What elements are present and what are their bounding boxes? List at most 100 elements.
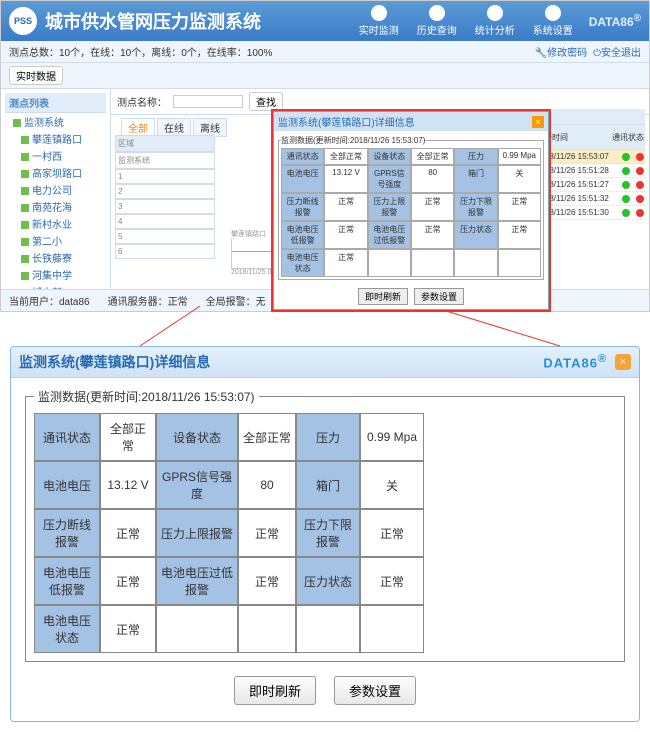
grid-cell: 压力 [454,148,497,165]
detail-dialog-large: 监测系统(攀莲镇路口)详细信息 DATA86® × 监测数据(更新时间:2018… [10,346,640,722]
detail-dialog-small: 监测系统(攀莲镇路口)详细信息 × 监测数据(更新时间:2018/11/26 1… [273,111,549,310]
refresh-button[interactable]: 即时刷新 [234,676,316,705]
grid-cell: 13.12 V [324,165,367,193]
grid-cell: 压力断线报警 [281,193,324,221]
large-brand: DATA86® [543,353,607,370]
tree-root[interactable]: 监测系统 [13,113,106,130]
grid-cell: 电池电压状态 [34,605,100,653]
node-label: 测点名称： [117,94,167,109]
alert-icon [636,181,644,189]
callout-highlight: 监测系统(攀莲镇路口)详细信息 × 监测数据(更新时间:2018/11/26 1… [271,109,551,312]
menu-label: 统计分析 [475,22,515,37]
menu-label: 实时监测 [359,22,399,37]
tree-panel: 测点列表 监测系统 攀莲镇路口一村西高家坝路口电力公司南苑花海新村水业第二小长铁… [1,89,111,289]
grid-cell: 压力上限报警 [368,193,411,221]
large-dialog-body: 监测数据(更新时间:2018/11/26 15:53:07) 通讯状态全部正常设… [11,378,639,721]
grid-cell: 压力断线报警 [34,509,100,557]
tree-item[interactable]: 第二小 [21,232,106,249]
params-button[interactable]: 参数设置 [414,288,464,305]
tree-item[interactable]: 长铁藤寮 [21,249,106,266]
grid-cell: 正常 [100,605,156,653]
chart-icon [487,5,503,21]
node-input[interactable] [173,95,243,108]
callout-lines [0,312,650,342]
tree-item[interactable]: 高家坝路口 [21,164,106,181]
grid-cell: 正常 [360,557,424,605]
grid-cell: 13.12 V [100,461,156,509]
small-dialog-buttons: 即时刷新 参数设置 [274,284,548,309]
tree-item[interactable]: 攀莲镇路口 [21,130,106,147]
tree-item[interactable]: 新村水业 [21,215,106,232]
brand-text: DATA86® [589,13,641,29]
tree-item[interactable]: 城中部 [21,283,106,289]
small-legend: 监测数据(更新时间:2018/11/26 15:53:07) [281,135,425,146]
grid-cell: 箱门 [296,461,360,509]
grid-cell: 电池电压 [281,165,324,193]
refresh-button[interactable]: 即时刷新 [358,288,408,305]
grid-cell: 压力下限报警 [454,193,497,221]
tree-item[interactable]: 一村西 [21,147,106,164]
node-icon [21,136,29,144]
grid-cell: GPRS信号强度 [156,461,238,509]
grid-cell: 全部正常 [411,148,454,165]
alert-icon [636,209,644,217]
status-text: 测点总数：10个，在线：10个，离线：0个，在线率：100% [9,44,272,59]
menu-settings[interactable]: 系统设置 [525,5,581,37]
grid-cell: 正常 [498,193,541,221]
grid-cell: 压力下限报警 [296,509,360,557]
menu-label: 系统设置 [533,22,573,37]
status-icon [622,181,630,189]
grid-cell: 正常 [324,221,367,249]
grid-cell: 正常 [360,509,424,557]
gear-icon [545,5,561,21]
grid-cell: 电池电压 [34,461,100,509]
grid-cell: 正常 [324,193,367,221]
grid-cell: 电池电压过低报警 [156,557,238,605]
grid-cell: 电池电压过低报警 [368,221,411,249]
node-icon [21,170,29,178]
large-data-grid: 通讯状态全部正常设备状态全部正常压力0.99 Mpa电池电压13.12 VGPR… [34,413,616,653]
grid-cell: 关 [498,165,541,193]
grid-cell: 电池电压状态 [281,249,324,277]
close-icon[interactable]: × [532,116,544,128]
large-legend: 监测数据(更新时间:2018/11/26 15:53:07) [34,388,259,405]
grid-cell: 0.99 Mpa [498,148,541,165]
node-icon [13,119,21,127]
app-header: PSS 城市供水管网压力监测系统 实时监测 历史查询 统计分析 系统设置 DAT… [1,1,649,41]
tree-item[interactable]: 河集中学 [21,266,106,283]
clock-icon [371,5,387,21]
params-button[interactable]: 参数设置 [334,676,416,705]
grid-cell: 正常 [411,193,454,221]
tree-item[interactable]: 南苑花海 [21,198,106,215]
link-logout[interactable]: ⏻安全退出 [593,44,641,59]
tree-item[interactable]: 电力公司 [21,181,106,198]
node-icon [21,153,29,161]
grid-cell: 全部正常 [238,413,296,461]
grid-cell: 正常 [238,509,296,557]
alert-icon [636,167,644,175]
grid-cell: 压力状态 [296,557,360,605]
grid-cell: 电池电压低报警 [281,221,324,249]
grid-stub: 区域 监测系统 123456 [115,135,215,259]
realtime-data-button[interactable]: 实时数据 [9,66,63,85]
status-icon [622,209,630,217]
node-icon [21,272,29,280]
menu-stats[interactable]: 统计分析 [467,5,523,37]
grid-cell: 电池电压低报警 [34,557,100,605]
grid-cell: 正常 [100,557,156,605]
grid-cell: 正常 [100,509,156,557]
main-panel: 测点名称： 查找 全部 在线 离线 区域 监测系统 123456 [111,89,649,289]
link-change-password[interactable]: 🔧修改密码 [535,44,587,59]
small-dialog-header: 监测系统(攀莲镇路口)详细信息 × [274,112,548,131]
grid-cell: GPRS信号强度 [368,165,411,193]
menu-realtime[interactable]: 实时监测 [351,5,407,37]
grid-cell: 全部正常 [100,413,156,461]
calendar-icon [429,5,445,21]
menu-history[interactable]: 历史查询 [409,5,465,37]
small-dialog-title: 监测系统(攀莲镇路口)详细信息 [278,114,415,129]
realtime-bar: 实时数据 [1,63,649,89]
close-icon[interactable]: × [615,354,631,370]
grid-cell: 0.99 Mpa [360,413,424,461]
logo-icon: PSS [9,7,37,35]
node-icon [21,221,29,229]
